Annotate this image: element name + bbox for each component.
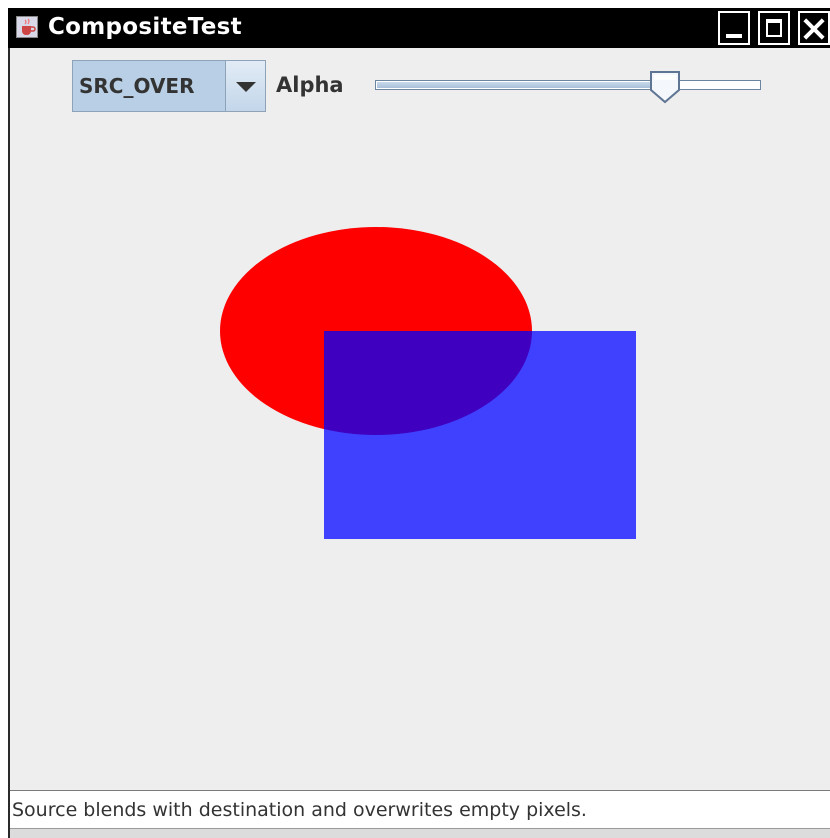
maximize-button[interactable]: [758, 11, 790, 45]
window-title: CompositeTest: [48, 14, 242, 40]
alpha-slider[interactable]: [375, 70, 763, 104]
composite-rule-value: SRC_OVER: [79, 74, 195, 98]
drawing-canvas: [10, 120, 830, 788]
alpha-label: Alpha: [276, 73, 344, 97]
slider-track[interactable]: [375, 80, 761, 90]
status-bar: Source blends with destination and overw…: [10, 790, 830, 828]
status-message: Source blends with destination and overw…: [12, 799, 587, 821]
bottom-scroll-strip[interactable]: [10, 828, 830, 838]
composite-test-window: CompositeTest SRC_OVER Alpha Source blen…: [8, 8, 830, 838]
composite-rule-combo[interactable]: SRC_OVER: [72, 60, 266, 112]
title-bar[interactable]: CompositeTest: [8, 8, 830, 48]
minimize-button[interactable]: [718, 11, 750, 45]
combo-dropdown-arrow-icon[interactable]: [225, 61, 265, 111]
slider-thumb[interactable]: [649, 70, 681, 104]
java-cup-icon[interactable]: [16, 16, 38, 38]
close-button[interactable]: [798, 11, 830, 45]
slider-fill: [377, 82, 665, 88]
